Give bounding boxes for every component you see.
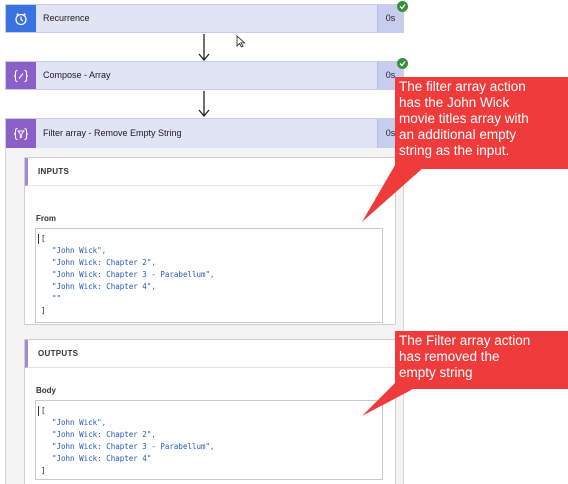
code-line: [ <box>41 406 46 415</box>
from-label: From <box>36 214 56 223</box>
flow-arrow-icon <box>198 34 210 62</box>
filter-braces-icon <box>13 127 29 141</box>
annotation-callout-input: The filter array action has the John Wic… <box>395 77 568 169</box>
code-line: ] <box>41 466 46 475</box>
action-icon-box <box>6 119 36 148</box>
callout-line: movie titles array with <box>399 111 529 126</box>
callout-line: empty string <box>399 365 473 380</box>
callout-line: has the John Wick <box>399 95 510 110</box>
inputs-section: INPUTS From [ "John Wick", "John Wick: C… <box>24 157 396 325</box>
compose-braces-icon <box>13 69 29 83</box>
code-line: "John Wick: Chapter 3 - Parabellum", <box>52 270 215 279</box>
outputs-header: OUTPUTS <box>25 340 395 368</box>
action-icon-box <box>6 62 36 89</box>
code-line: "John Wick: Chapter 2", <box>52 430 156 439</box>
action-card-compose-array[interactable]: Compose - Array 0s <box>5 58 408 90</box>
action-title: Compose - Array <box>43 70 111 80</box>
annotation-callout-output: The Filter array action has removed the … <box>395 331 568 389</box>
body-label: Body <box>36 386 56 395</box>
code-line: [ <box>41 234 46 243</box>
code-line: "John Wick: Chapter 4", <box>52 282 156 291</box>
code-line: "John Wick: Chapter 4" <box>52 454 152 463</box>
code-line: "John Wick: Chapter 3 - Parabellum", <box>52 442 215 451</box>
callout-line: string as the input. <box>399 143 510 158</box>
inputs-from-code-box[interactable]: [ "John Wick", "John Wick: Chapter 2", "… <box>35 228 383 323</box>
action-title: Recurrence <box>43 13 90 23</box>
action-details-panel: INPUTS From [ "John Wick", "John Wick: C… <box>5 148 404 484</box>
mouse-cursor-icon <box>236 35 246 48</box>
code-line: "John Wick: Chapter 2", <box>52 258 156 267</box>
callout-line: The filter array action <box>399 79 526 94</box>
inputs-header: INPUTS <box>25 158 395 186</box>
alarm-clock-icon <box>14 12 28 26</box>
code-line: "" <box>52 294 62 303</box>
callout-pointer <box>362 160 432 222</box>
outputs-body-code-box[interactable]: [ "John Wick", "John Wick: Chapter 2", "… <box>35 400 383 480</box>
callout-line: an additional empty <box>399 127 517 142</box>
text-cursor <box>38 406 39 416</box>
code-line: "John Wick", <box>52 246 107 255</box>
success-check-icon <box>397 1 408 12</box>
callout-line: has removed the <box>399 349 500 364</box>
code-line: ] <box>41 306 46 315</box>
action-icon-box <box>6 5 36 32</box>
code-line: "John Wick", <box>52 418 107 427</box>
action-card-recurrence[interactable]: Recurrence 0s <box>5 1 408 33</box>
success-check-icon <box>397 58 408 69</box>
text-cursor <box>38 234 39 244</box>
action-card-filter-array[interactable]: Filter array - Remove Empty String 0s <box>5 115 408 149</box>
action-title: Filter array - Remove Empty String <box>43 128 182 138</box>
callout-line: The Filter array action <box>399 333 531 348</box>
outputs-section: OUTPUTS Body [ "John Wick", "John Wick: … <box>24 339 396 484</box>
flow-arrow-icon <box>198 91 210 118</box>
